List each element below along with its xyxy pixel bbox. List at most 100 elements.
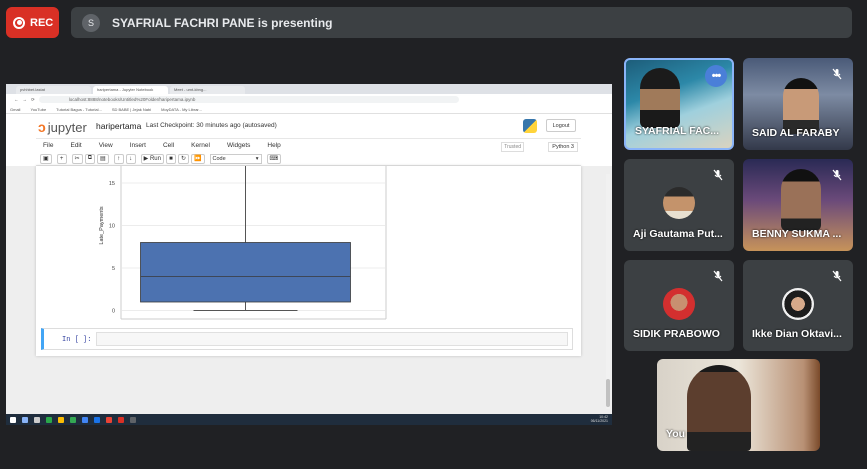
- presenter-text: SYAFRIAL FACHRI PANE is presenting: [112, 15, 333, 30]
- address-bar: ← → ⟳ localhost:8888/notebooks/Untitled%…: [6, 94, 612, 105]
- menu-file[interactable]: File: [43, 142, 53, 149]
- input-prompt: In [ ]:: [62, 336, 92, 344]
- kernel-indicator[interactable]: Python 3: [548, 142, 578, 152]
- windows-taskbar: 10:42 06/11/2021: [6, 414, 612, 425]
- participant-name: SYAFRIAL FAC...: [635, 125, 720, 137]
- cut-icon[interactable]: ✂: [71, 153, 83, 164]
- participant-name: Aji Gautama Put...: [633, 228, 723, 240]
- browser-tab[interactable]: haripertama - Jupyter Notebook: [93, 86, 168, 94]
- presenter-bar: S SYAFRIAL FACHRI PANE is presenting: [71, 7, 852, 38]
- bookmark-item[interactable]: Tutorial Bagus - Tutorial...: [56, 107, 102, 112]
- participant-tile[interactable]: SAID AL FARABY: [743, 58, 853, 150]
- app-icon[interactable]: [82, 416, 88, 423]
- taskbar-date: 06/11/2021: [590, 419, 608, 423]
- browser-tab[interactable]: pvhhbet.lastat: [16, 86, 91, 94]
- presenter-avatar: S: [82, 13, 100, 32]
- trusted-badge[interactable]: Trusted: [501, 142, 524, 152]
- participant-tile[interactable]: SIDIK PRABOWO: [624, 260, 734, 351]
- menu-view[interactable]: View: [99, 142, 113, 149]
- mic-off-icon: [829, 268, 845, 284]
- participant-name: SIDIK PRABOWO: [633, 328, 720, 340]
- app-icon[interactable]: [130, 416, 136, 423]
- mic-off-icon: [710, 268, 726, 284]
- app-icon[interactable]: [106, 416, 112, 423]
- jupyter-logo[interactable]: ↄ jupyter: [38, 119, 87, 135]
- checkpoint-status: Last Checkpoint: 30 minutes ago (autosav…: [146, 122, 277, 129]
- chevron-down-icon: ▾: [255, 155, 259, 162]
- rec-label: REC: [30, 16, 54, 29]
- participant-name: SAID AL FARABY: [752, 127, 840, 139]
- code-editor[interactable]: [96, 332, 568, 346]
- taskbar-clock[interactable]: 10:42 06/11/2021: [591, 415, 608, 423]
- bookmark-item[interactable]: Gmail: [10, 107, 20, 112]
- participant-tile[interactable]: Aji Gautama Put...: [624, 159, 734, 251]
- mic-off-icon: [829, 167, 845, 183]
- browser-tab[interactable]: Meet - umt-kbng...: [170, 86, 245, 94]
- participant-name: You: [666, 428, 686, 440]
- paste-icon[interactable]: ▤: [97, 153, 109, 164]
- cell-type-select[interactable]: Code ▾: [209, 153, 262, 164]
- bookmark-item[interactable]: MoyDATA - My Librar...: [161, 107, 202, 112]
- app-icon[interactable]: [46, 416, 52, 423]
- browser-tab-strip: pvhhbet.lastat haripertama - Jupyter Not…: [6, 84, 612, 94]
- mic-off-icon: [710, 167, 726, 183]
- code-cell[interactable]: In [ ]:: [41, 328, 573, 350]
- jupyter-menubar: File Edit View Insert Cell Kernel Widget…: [36, 138, 581, 152]
- jupyter-header: ↄ jupyter haripertama Last Checkpoint: 3…: [6, 114, 612, 138]
- command-palette-icon[interactable]: ⌨: [266, 153, 282, 164]
- record-icon: [13, 16, 25, 29]
- notebook-name[interactable]: haripertama: [96, 121, 141, 131]
- scrollbar-thumb[interactable]: [606, 379, 610, 407]
- task-view-icon[interactable]: [34, 416, 40, 423]
- participant-video: [687, 365, 751, 451]
- menu-kernel[interactable]: Kernel: [191, 142, 210, 149]
- move-down-icon[interactable]: ↓: [125, 153, 136, 164]
- save-icon[interactable]: ▣: [40, 153, 52, 164]
- run-button[interactable]: ▶ Run: [140, 153, 164, 164]
- participant-tile-self[interactable]: You: [657, 359, 820, 451]
- stop-icon[interactable]: ■: [165, 153, 176, 164]
- jupyter-toolbar: ▣ + ✂ ⧉ ▤ ↑ ↓ ▶ Run ■ ↻ ⏩ Code ▾ ⌨: [36, 152, 581, 166]
- menu-widgets[interactable]: Widgets: [227, 142, 250, 149]
- forward-icon[interactable]: →: [23, 97, 28, 102]
- menu-edit[interactable]: Edit: [70, 142, 81, 149]
- logout-button[interactable]: Logout: [546, 119, 576, 132]
- move-up-icon[interactable]: ↑: [113, 153, 124, 164]
- folder-icon[interactable]: [58, 416, 64, 423]
- participant-tile[interactable]: BENNY SUKMA ...: [743, 159, 853, 251]
- app-icon[interactable]: [94, 416, 100, 423]
- bookmark-item[interactable]: YouTube: [30, 107, 46, 112]
- participant-tile[interactable]: Ikke Dian Oktavi...: [743, 260, 853, 351]
- menu-help[interactable]: Help: [267, 142, 280, 149]
- python-logo-icon: [523, 119, 537, 133]
- y-tick-label: 0: [112, 309, 115, 315]
- app-icon[interactable]: [118, 416, 124, 423]
- restart-icon[interactable]: ↻: [177, 153, 190, 164]
- recording-indicator[interactable]: REC: [6, 7, 59, 38]
- copy-icon[interactable]: ⧉: [84, 153, 95, 164]
- mic-off-icon: [829, 66, 845, 82]
- y-tick-label: 5: [112, 266, 115, 272]
- participant-tile[interactable]: ••• SYAFRIAL FAC...: [624, 58, 734, 150]
- back-icon[interactable]: ←: [14, 97, 19, 102]
- reload-icon[interactable]: ⟳: [31, 97, 35, 103]
- avatar: [663, 187, 695, 219]
- avatar: [663, 288, 695, 320]
- insert-cell-icon[interactable]: +: [56, 153, 67, 164]
- participant-video: [783, 78, 819, 134]
- menu-cell[interactable]: Cell: [163, 142, 174, 149]
- more-options-icon[interactable]: •••: [705, 65, 727, 87]
- y-tick-label: 10: [109, 224, 115, 230]
- participant-name: Ikke Dian Oktavi...: [752, 328, 842, 340]
- y-axis-label: Late_Payments: [99, 206, 105, 244]
- y-tick-label: 15: [109, 181, 115, 187]
- menu-insert[interactable]: Insert: [130, 142, 146, 149]
- bookmark-item[interactable]: SD BABE | Jejak Nabi: [112, 107, 151, 112]
- search-icon[interactable]: [22, 416, 28, 423]
- run-label: Run: [149, 155, 161, 162]
- page-scrollbar[interactable]: [606, 174, 610, 409]
- chrome-icon[interactable]: [70, 416, 76, 423]
- restart-run-all-icon[interactable]: ⏩: [191, 153, 205, 164]
- url-field[interactable]: localhost:8888/notebooks/Untitled%20Fold…: [38, 96, 459, 103]
- windows-start-icon[interactable]: [10, 416, 16, 423]
